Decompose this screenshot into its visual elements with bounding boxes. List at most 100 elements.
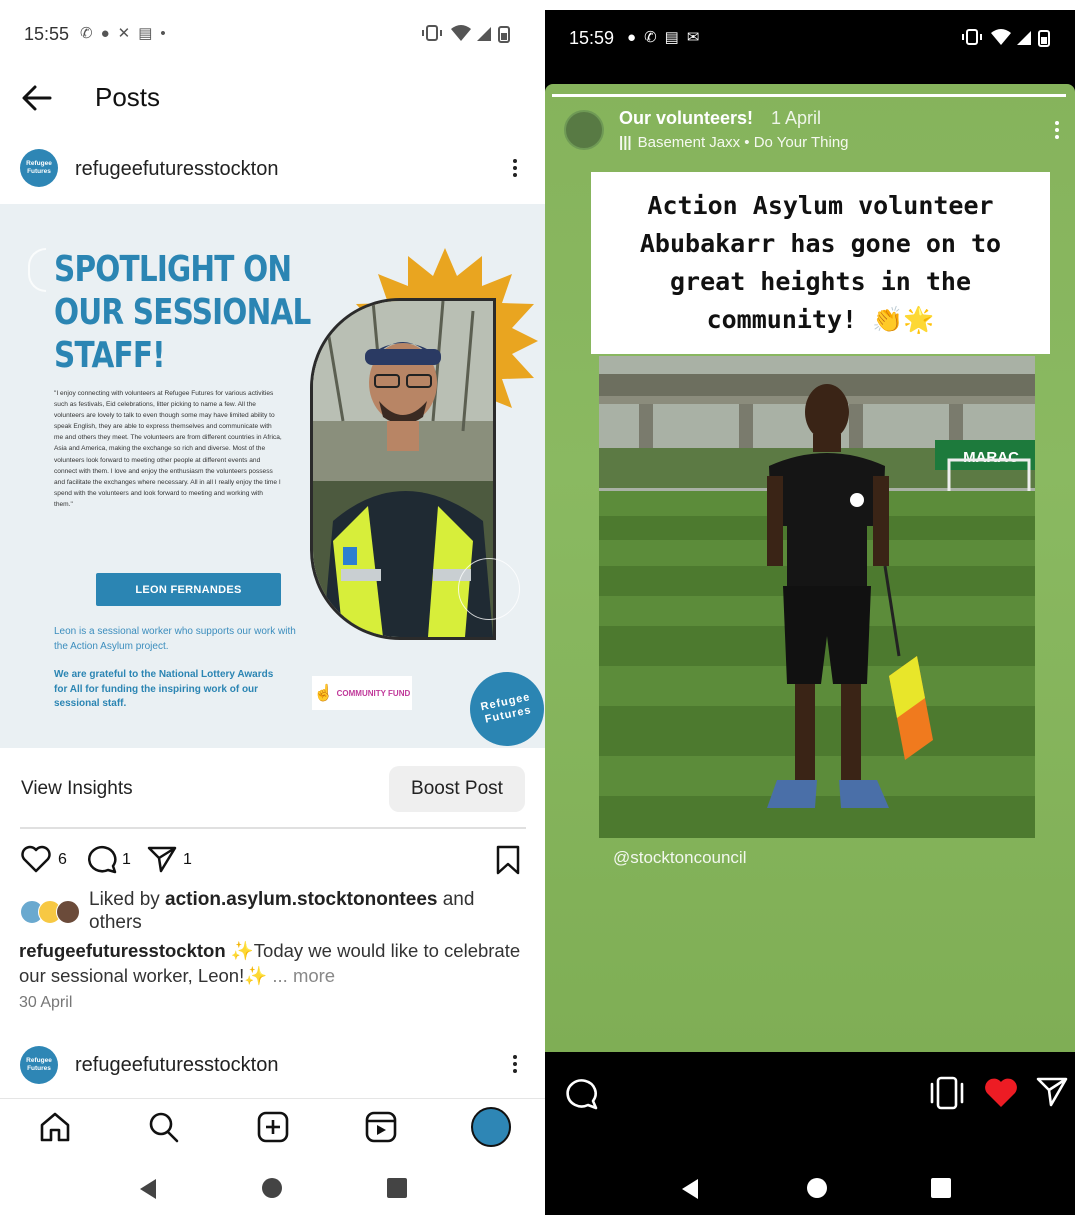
music-bars-icon: |||	[619, 134, 632, 151]
next-post-avatar[interactable]: Refugee Futures	[20, 1046, 58, 1084]
search-icon[interactable]	[147, 1111, 181, 1143]
view-insights-link[interactable]: View Insights	[21, 778, 133, 800]
post-caption: refugeefuturesstockton ✨Today we would l…	[19, 938, 534, 988]
story-account-name[interactable]: Our volunteers!	[619, 108, 753, 129]
shares-count: 1	[183, 851, 192, 868]
whatsapp-icon: ✆	[80, 25, 101, 42]
system-status-icons	[961, 26, 1057, 48]
post-date: 30 April	[19, 994, 73, 1011]
story-reply-bar	[545, 1052, 1075, 1160]
status-time: 15:59	[569, 28, 615, 48]
reels-icon[interactable]	[364, 1111, 398, 1143]
story-mention[interactable]: @stocktoncouncil	[613, 848, 747, 868]
next-post-username[interactable]: refugeefuturesstockton	[75, 1054, 278, 1077]
comment-icon[interactable]	[86, 844, 118, 874]
chat-icon: ●	[627, 29, 645, 46]
news-icon: ▤	[664, 29, 687, 46]
system-home-icon[interactable]	[262, 1178, 282, 1198]
story-avatar[interactable]	[564, 110, 604, 150]
system-status-icons	[421, 22, 517, 44]
comments-count: 1	[122, 851, 131, 868]
signal-icon	[1017, 31, 1031, 45]
avatar[interactable]: Refugee Futures	[20, 149, 58, 187]
headline-line-1: SPOTLIGHT ON	[54, 249, 292, 290]
liked-by-text: Liked by action.asylum.stocktonontees an…	[89, 888, 509, 934]
image-funding-note: We are grateful to the National Lottery …	[54, 669, 274, 709]
notification-icons: ●✆▤✉	[627, 28, 707, 46]
vibrate-icon	[962, 29, 982, 45]
decor-arc	[28, 248, 46, 292]
profile-avatar-icon[interactable]	[471, 1107, 511, 1147]
battery-icon	[498, 26, 510, 43]
post-image[interactable]: SPOTLIGHT ON OUR SESSIONAL STAFF! "I enj…	[0, 204, 545, 748]
story-music[interactable]: ||| Basement Jaxx • Do Your Thing	[619, 134, 849, 151]
insights-row: View Insights Boost Post	[0, 760, 545, 820]
tools-icon: ✕	[117, 25, 139, 42]
testimonial-quote: "I enjoy connecting with volunteers at R…	[54, 390, 282, 508]
stadium-banner-text: MARAC	[963, 449, 1019, 466]
caption-more-link[interactable]: ... more	[272, 965, 335, 986]
lottery-hand-icon: ☝	[313, 685, 334, 702]
liked-by-prefix: Liked by	[89, 889, 166, 910]
system-home-icon[interactable]	[807, 1178, 827, 1198]
left-phone-screen: 15:55 ✆●✕▤• Posts Refugee Futures refuge…	[0, 0, 545, 1215]
story-photo: MARAC	[599, 356, 1035, 838]
news-icon: ▤	[138, 25, 161, 42]
whatsapp-icon: ✆	[644, 29, 665, 46]
activity-cards-icon[interactable]	[929, 1076, 965, 1110]
system-recents-icon[interactable]	[931, 1178, 951, 1198]
headline-line-3: STAFF!	[54, 335, 166, 376]
name-banner: LEON FERNANDES	[96, 573, 281, 606]
battery-icon	[1038, 30, 1050, 47]
email-icon: ✉	[686, 29, 708, 46]
divider	[20, 827, 526, 829]
story-progress-bar	[552, 94, 1066, 97]
community-fund-logo: ☝ COMMUNITY FUND	[312, 676, 412, 710]
story-progress-fill	[552, 94, 1066, 97]
send-icon[interactable]	[1035, 1076, 1069, 1108]
liker-avatars	[20, 900, 82, 924]
chat-icon: ●	[100, 25, 118, 42]
more-options-icon[interactable]	[513, 156, 519, 180]
dot-icon: •	[160, 25, 174, 42]
right-phone-screen: 15:59 ●✆▤✉ Our volunteers! 1 April ||| Ba…	[545, 0, 1075, 1215]
story-text-box: Action Asylum volunteer Abubakarr has go…	[591, 172, 1050, 354]
system-navigation	[545, 1160, 1075, 1215]
system-recents-icon[interactable]	[387, 1178, 407, 1198]
liker-avatar-3	[56, 900, 80, 924]
save-bookmark-icon[interactable]	[496, 845, 520, 875]
reply-message-icon[interactable]	[565, 1077, 599, 1111]
system-back-icon[interactable]	[680, 1178, 700, 1200]
image-caption: Leon is a sessional worker who supports …	[54, 626, 296, 652]
system-back-icon[interactable]	[138, 1178, 158, 1200]
next-more-options-icon[interactable]	[513, 1052, 519, 1076]
story-music-text: Basement Jaxx • Do Your Thing	[637, 134, 849, 151]
liked-by-user[interactable]: action.asylum.stocktonontees	[165, 889, 437, 910]
boost-post-button[interactable]: Boost Post	[389, 766, 525, 812]
signal-icon	[477, 27, 491, 41]
caption-username[interactable]: refugeefuturesstockton	[19, 940, 226, 961]
page-title: Posts	[95, 82, 161, 112]
post-actions: 6 1 1	[20, 843, 526, 875]
story-more-options-icon[interactable]	[1055, 118, 1059, 142]
back-arrow-icon[interactable]	[20, 82, 54, 114]
refugee-futures-badge: Refugee Futures	[470, 672, 544, 746]
post-username[interactable]: refugeefuturesstockton	[75, 158, 278, 181]
decor-circle	[458, 558, 520, 620]
bottom-navigation	[0, 1098, 545, 1156]
status-time: 15:55	[24, 24, 70, 44]
story-date: 1 April	[771, 108, 822, 128]
badge-text: Refugee Futures	[479, 691, 533, 726]
headline-line-2: OUR SESSIONAL	[54, 292, 311, 333]
wifi-icon	[451, 25, 471, 41]
top-strip	[545, 0, 1075, 10]
heart-liked-icon[interactable]	[983, 1076, 1019, 1110]
create-post-icon[interactable]	[256, 1111, 290, 1143]
share-icon[interactable]	[146, 845, 178, 873]
like-icon[interactable]	[20, 845, 52, 873]
notification-icons: ✆●✕▤•	[80, 24, 174, 42]
system-navigation	[0, 1160, 545, 1215]
vibrate-icon	[422, 25, 442, 41]
home-icon[interactable]	[38, 1111, 72, 1143]
lottery-logo-text: COMMUNITY FUND	[336, 688, 411, 698]
